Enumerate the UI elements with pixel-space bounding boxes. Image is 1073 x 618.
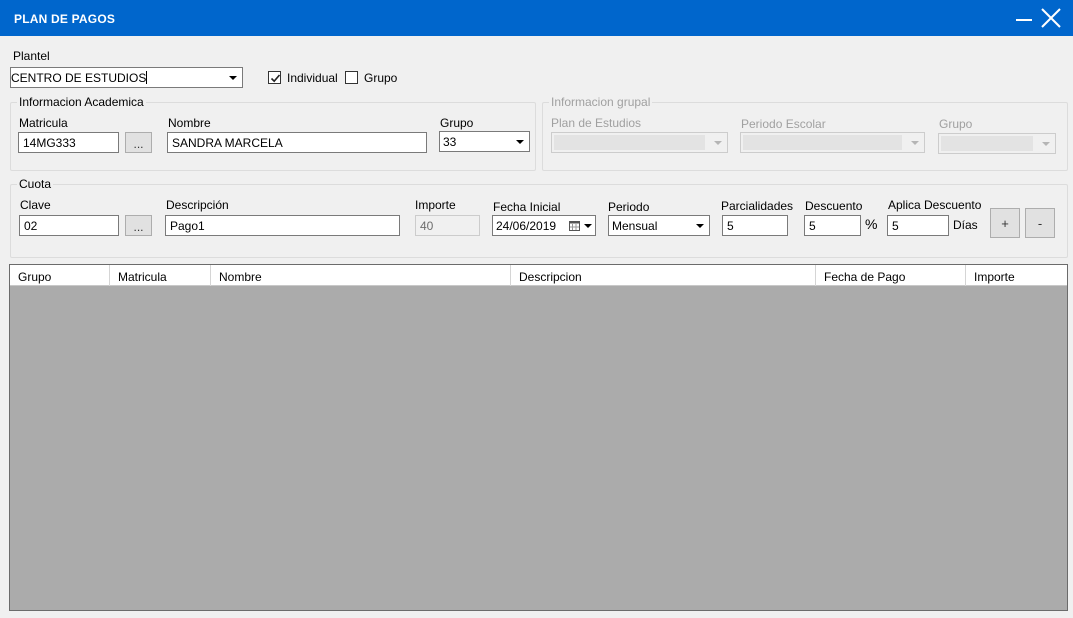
informacion-academica-legend: Informacion Academica	[17, 95, 146, 109]
fecha-inicial-value: 24/06/2019	[496, 219, 557, 233]
title-bar: PLAN DE PAGOS	[0, 0, 1073, 36]
descuento-label: Descuento	[805, 199, 863, 213]
plantel-combo[interactable]: CENTRO DE ESTUDIOS	[10, 67, 243, 88]
close-icon	[1041, 8, 1061, 28]
minimize-icon	[1016, 19, 1032, 21]
clave-input[interactable]: 02	[19, 215, 119, 236]
chevron-down-icon	[911, 141, 919, 145]
checkmark-icon	[270, 74, 281, 83]
dias-label: Días	[953, 218, 978, 232]
plantel-label: Plantel	[13, 49, 50, 63]
grupo-checkbox[interactable]	[345, 71, 358, 84]
chevron-down-icon	[516, 140, 524, 144]
matricula-input[interactable]: 14MG333	[18, 132, 119, 153]
chevron-down-icon	[1042, 142, 1050, 146]
individual-label: Individual	[287, 71, 338, 85]
column-header-importe[interactable]: Importe	[966, 265, 1067, 286]
payments-grid[interactable]: Grupo Matricula Nombre Descripcion Fecha…	[9, 264, 1068, 611]
importe-input: 40	[415, 215, 480, 236]
remove-button[interactable]: -	[1025, 208, 1055, 238]
grupal-grupo-label: Grupo	[939, 117, 973, 131]
clave-label: Clave	[20, 198, 51, 212]
column-header-grupo[interactable]: Grupo	[10, 265, 110, 286]
chevron-down-icon	[229, 76, 237, 80]
nombre-label: Nombre	[168, 116, 211, 130]
matricula-browse-button[interactable]: ...	[125, 132, 152, 153]
fecha-inicial-picker[interactable]: 24/06/2019	[492, 215, 596, 236]
chevron-down-icon	[714, 141, 722, 145]
academica-grupo-combo[interactable]: 33	[439, 131, 530, 152]
aplica-descuento-input[interactable]: 5	[887, 215, 949, 236]
window-title: PLAN DE PAGOS	[14, 12, 116, 26]
chevron-down-icon	[696, 224, 704, 228]
grupal-grupo-combo[interactable]	[938, 133, 1056, 154]
nombre-input[interactable]: SANDRA MARCELA	[167, 132, 427, 153]
clave-browse-button[interactable]: ...	[125, 215, 152, 236]
close-button[interactable]	[1039, 6, 1063, 30]
minimize-button[interactable]	[1012, 6, 1036, 30]
percent-symbol: %	[865, 216, 878, 232]
plan-estudios-combo[interactable]	[551, 132, 728, 153]
grupo-checkbox-label: Grupo	[364, 71, 398, 85]
cuota-legend: Cuota	[17, 177, 54, 191]
descripcion-label: Descripción	[166, 198, 229, 212]
periodo-escolar-label: Periodo Escolar	[741, 117, 826, 131]
periodo-escolar-combo[interactable]	[740, 132, 925, 153]
chevron-down-icon	[584, 224, 592, 228]
calendar-icon	[569, 221, 580, 231]
academica-grupo-value: 33	[443, 135, 457, 149]
periodo-label: Periodo	[608, 200, 650, 214]
parcialidades-input[interactable]: 5	[722, 215, 788, 236]
academica-grupo-label: Grupo	[440, 116, 474, 130]
periodo-value: Mensual	[612, 219, 658, 233]
column-header-nombre[interactable]: Nombre	[211, 265, 511, 286]
parcialidades-label: Parcialidades	[721, 199, 794, 213]
column-header-descripcion[interactable]: Descripcion	[511, 265, 816, 286]
informacion-grupal-legend: Informacion grupal	[549, 95, 653, 109]
plan-estudios-label: Plan de Estudios	[551, 116, 642, 130]
aplica-descuento-label: Aplica Descuento	[888, 198, 982, 212]
descuento-input[interactable]: 5	[804, 215, 861, 236]
descripcion-input[interactable]: Pago1	[165, 215, 400, 236]
column-header-matricula[interactable]: Matricula	[110, 265, 211, 286]
grid-header: Grupo Matricula Nombre Descripcion Fecha…	[10, 265, 1067, 286]
column-header-fecha-de-pago[interactable]: Fecha de Pago	[816, 265, 966, 286]
fecha-inicial-label: Fecha Inicial	[493, 200, 561, 214]
add-button[interactable]: +	[990, 208, 1020, 238]
periodo-combo[interactable]: Mensual	[608, 215, 710, 236]
importe-label: Importe	[415, 198, 456, 212]
plantel-value: CENTRO DE ESTUDIOS	[11, 71, 147, 85]
individual-checkbox[interactable]	[268, 71, 281, 84]
matricula-label: Matricula	[19, 116, 68, 130]
